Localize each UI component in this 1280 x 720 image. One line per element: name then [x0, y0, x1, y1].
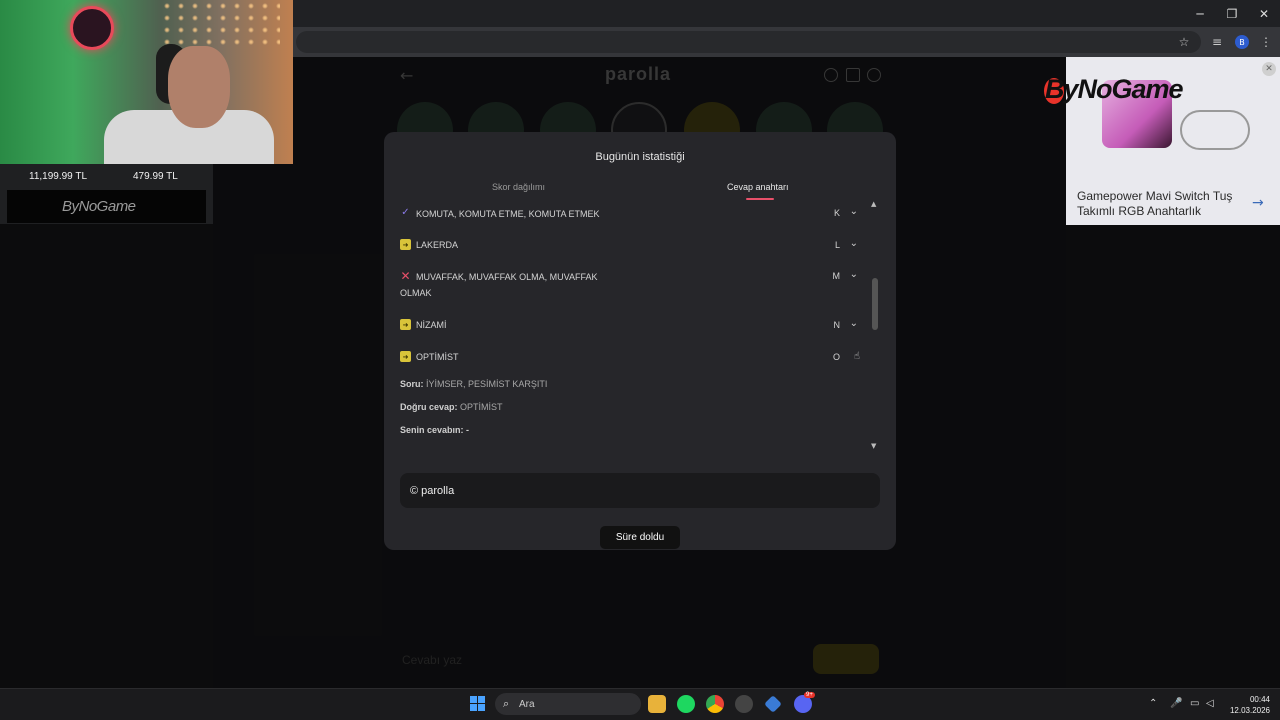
- answer-text: NİZAMİ: [416, 320, 447, 330]
- clock[interactable]: 00:44 12.03.2026: [1228, 694, 1270, 716]
- keyring-image: [1180, 110, 1250, 150]
- correct-answer-text: OPTİMİST: [460, 402, 503, 412]
- price-1: 11,199.99 TL: [29, 171, 88, 182]
- chevron-down-icon[interactable]: ⌄: [850, 238, 858, 249]
- profile-avatar-icon: B: [1235, 35, 1249, 49]
- your-answer-text: -: [466, 425, 470, 435]
- chevron-down-icon[interactable]: ⌄: [850, 206, 858, 217]
- answer-text-wrap: OLMAK: [400, 288, 432, 298]
- pass-icon: ➜: [400, 239, 411, 250]
- address-bar[interactable]: [296, 31, 1201, 53]
- row-letter: M: [832, 271, 841, 281]
- arrow-right-icon[interactable]: →: [1252, 195, 1264, 211]
- tab-answer-key[interactable]: Cevap anahtarı: [727, 182, 789, 192]
- bookmark-star-icon[interactable]: ☆: [1175, 33, 1193, 51]
- minimize-button[interactable]: ─: [1184, 0, 1216, 27]
- microphone-icon[interactable]: 🎤: [1170, 698, 1182, 709]
- restore-button[interactable]: ❐: [1216, 0, 1248, 27]
- clock-date: 12.03.2026: [1229, 706, 1270, 715]
- answer-row-o[interactable]: ➜ OPTİMİST O ☝: [400, 351, 860, 365]
- brand-footer: [400, 473, 880, 508]
- scroll-down-arrow[interactable]: ▼: [871, 442, 876, 450]
- answer-text: OPTİMİST: [416, 352, 459, 362]
- file-explorer-icon[interactable]: [648, 695, 666, 713]
- pass-icon: ➜: [400, 319, 411, 330]
- cross-icon: ✕: [400, 268, 411, 283]
- answer-text: LAKERDA: [416, 240, 459, 250]
- mouse-cursor-icon: ☝: [853, 351, 860, 362]
- your-answer-detail: Senin cevabın: -: [400, 425, 469, 435]
- tab-score-distribution[interactable]: Skor dağılımı: [492, 182, 545, 192]
- taskbar-search[interactable]: [495, 693, 641, 715]
- scrollbar-thumb[interactable]: [872, 278, 878, 330]
- webcam-feed: [0, 0, 293, 164]
- streamer-face: [168, 46, 230, 128]
- row-letter: K: [833, 208, 840, 218]
- check-icon: ✓: [401, 207, 410, 218]
- tray-overflow-icon[interactable]: ⌃: [1149, 698, 1157, 709]
- brand-text: © parolla: [410, 485, 455, 497]
- answer-text: MUVAFFAK, MUVAFFAK OLMA, MUVAFFAK: [416, 272, 598, 282]
- question-text: İYİMSER, PESİMİST KARŞITI: [426, 379, 548, 389]
- answer-row-l[interactable]: ➜ LAKERDA L ⌄: [400, 238, 860, 253]
- answer-row-n[interactable]: ➜ NİZAMİ N ⌄: [400, 318, 860, 333]
- active-tab-indicator: [746, 198, 774, 200]
- question-label: Soru:: [400, 379, 424, 389]
- chevron-down-icon[interactable]: ⌄: [850, 269, 858, 280]
- answer-text: KOMUTA, KOMUTA ETME, KOMUTA ETMEK: [416, 209, 600, 219]
- start-button[interactable]: [470, 696, 485, 711]
- pass-icon: ➜: [400, 351, 411, 362]
- sponsor-logo-right: ByNoGame: [1045, 74, 1184, 104]
- chrome-icon[interactable]: [706, 695, 724, 713]
- scroll-up-arrow[interactable]: ▲: [871, 200, 876, 208]
- network-icon[interactable]: ▭: [1190, 698, 1199, 709]
- clock-time: 00:44: [1249, 695, 1270, 704]
- profile-button[interactable]: B: [1233, 33, 1251, 51]
- row-letter: O: [832, 352, 840, 362]
- discord-badge: 9+: [804, 692, 815, 698]
- neon-logo: [70, 6, 114, 50]
- spotify-icon[interactable]: [677, 695, 695, 713]
- ad-info-icon[interactable]: ✕: [1262, 62, 1276, 76]
- price-2: 479.99 TL: [133, 171, 178, 182]
- ad-text[interactable]: Gamepower Mavi Switch Tuş Takımlı RGB An…: [1077, 189, 1247, 219]
- search-icon: ⌕: [503, 697, 510, 710]
- window-controls: ─ ❐ ✕: [1184, 0, 1280, 27]
- fairy-lights: [160, 0, 280, 50]
- correct-answer-detail: Doğru cevap: OPTİMİST: [400, 402, 503, 412]
- question-detail: Soru: İYİMSER, PESİMİST KARŞITI: [400, 379, 547, 389]
- answer-row-m[interactable]: ✕ MUVAFFAK, MUVAFFAK OLMA, MUVAFFAK OLMA…: [400, 268, 860, 302]
- search-label: Ara: [519, 699, 535, 710]
- app-icon[interactable]: [735, 695, 753, 713]
- answer-row-k[interactable]: ✓ KOMUTA, KOMUTA ETME, KOMUTA ETMEK K ⌄: [400, 206, 860, 221]
- your-answer-label: Senin cevabın:: [400, 425, 464, 435]
- sponsor-logo-left: ByNoGame: [62, 198, 136, 215]
- browser-menu-icon[interactable]: ⋮: [1257, 33, 1275, 51]
- chevron-down-icon[interactable]: ⌄: [850, 318, 858, 329]
- modal-title: Bugünün istatistiği: [595, 151, 685, 163]
- volume-icon[interactable]: ◁: [1206, 698, 1214, 709]
- row-letter: N: [833, 320, 841, 330]
- close-window-button[interactable]: ✕: [1248, 0, 1280, 27]
- reading-list-icon[interactable]: ≡: [1208, 33, 1226, 51]
- time-up-button[interactable]: Süre doldu: [600, 526, 680, 549]
- row-letter: L: [834, 240, 840, 250]
- correct-answer-label: Doğru cevap:: [400, 402, 458, 412]
